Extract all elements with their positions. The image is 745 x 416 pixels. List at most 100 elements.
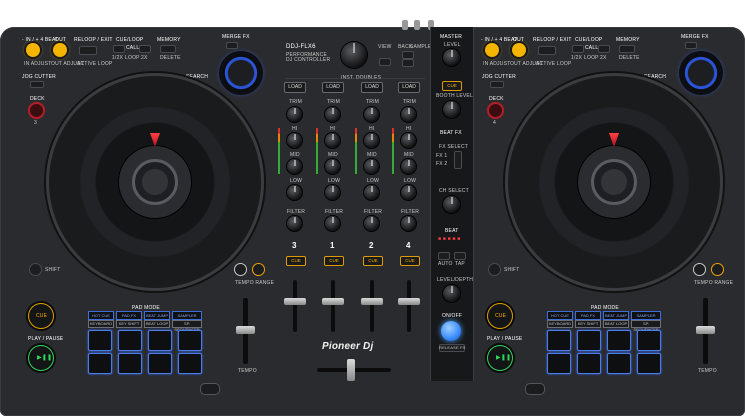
call-back-button-left[interactable] xyxy=(113,45,125,53)
cue-button-ch3[interactable]: CUE xyxy=(286,256,306,266)
beat-sync-button-right[interactable] xyxy=(712,264,723,275)
beat-sync-button-left[interactable] xyxy=(253,264,264,275)
low-knob-ch4[interactable] xyxy=(401,185,416,200)
mode-hotcue-left[interactable]: HOT CUE xyxy=(88,311,114,320)
hi-knob-ch1[interactable] xyxy=(325,133,340,148)
shift-button-right[interactable] xyxy=(489,264,500,275)
merge-fx-select-left[interactable] xyxy=(226,42,238,49)
low-knob-ch3[interactable] xyxy=(287,185,302,200)
pad-7-left[interactable] xyxy=(148,353,172,374)
deck3-button-left[interactable] xyxy=(30,104,43,117)
pad-7-right[interactable] xyxy=(607,353,631,374)
loop-out-button-right[interactable] xyxy=(512,43,526,57)
merge-fx-select-right[interactable] xyxy=(685,42,697,49)
cue-button-ch1[interactable]: CUE xyxy=(324,256,344,266)
pad-6-right[interactable] xyxy=(577,353,601,374)
mode-spseq-left[interactable]: SP. SEQUENCER xyxy=(172,320,202,332)
memory-button-right[interactable] xyxy=(619,45,635,53)
pad-5-left[interactable] xyxy=(88,353,112,374)
mode-hotcue-right[interactable]: HOT CUE xyxy=(547,311,573,320)
filter-knob-ch2[interactable] xyxy=(364,216,379,231)
trim-knob-ch4[interactable] xyxy=(401,107,416,122)
jog-wheel-left[interactable] xyxy=(46,73,264,291)
level-depth-knob[interactable] xyxy=(443,285,460,302)
filter-knob-ch3[interactable] xyxy=(287,216,302,231)
hi-knob-ch4[interactable] xyxy=(401,133,416,148)
pad-3-right[interactable] xyxy=(607,330,631,351)
load-button-ch3[interactable]: LOAD xyxy=(284,82,306,93)
mode-beatjump-left[interactable]: BEAT JUMP xyxy=(144,311,170,320)
pad-8-right[interactable] xyxy=(637,353,661,374)
view-button[interactable] xyxy=(379,58,391,66)
beat-left-button[interactable] xyxy=(438,252,450,260)
pad-1-left[interactable] xyxy=(88,330,112,351)
call-fwd-button-right[interactable] xyxy=(598,45,610,53)
crossfader[interactable] xyxy=(347,359,355,381)
mode-keyshift-right[interactable]: KEY SHIFT xyxy=(575,320,601,328)
hi-knob-ch2[interactable] xyxy=(364,133,379,148)
merge-fx-knob-right[interactable] xyxy=(681,53,721,93)
trim-knob-ch3[interactable] xyxy=(287,107,302,122)
load-button-ch4[interactable]: LOAD xyxy=(398,82,420,93)
pad-6-left[interactable] xyxy=(118,353,142,374)
beat-right-button[interactable] xyxy=(454,252,466,260)
loop-in-button-right[interactable] xyxy=(485,43,499,57)
ch-select-knob[interactable] xyxy=(443,196,460,213)
mid-knob-ch2[interactable] xyxy=(364,159,379,174)
pad-8-left[interactable] xyxy=(178,353,202,374)
low-knob-ch2[interactable] xyxy=(364,185,379,200)
filter-knob-ch4[interactable] xyxy=(401,216,416,231)
pad-3-left[interactable] xyxy=(148,330,172,351)
key-sync-button-right[interactable] xyxy=(694,264,705,275)
pad-1-right[interactable] xyxy=(547,330,571,351)
beat-fx-on-off-button[interactable] xyxy=(441,321,461,341)
deck4-button-right[interactable] xyxy=(489,104,502,117)
mode-sampler-left[interactable]: SAMPLER xyxy=(172,311,202,320)
key-sync-button-left[interactable] xyxy=(235,264,246,275)
mode-keyboard-right[interactable]: KEYBOARD xyxy=(547,320,573,328)
loop-in-button-left[interactable] xyxy=(26,43,40,57)
master-cue-button[interactable]: CUE xyxy=(442,81,462,91)
mid-knob-ch1[interactable] xyxy=(325,159,340,174)
pad-4-right[interactable] xyxy=(637,330,661,351)
channel-fader-ch1[interactable] xyxy=(322,298,344,305)
channel-fader-ch3[interactable] xyxy=(284,298,306,305)
pad-2-right[interactable] xyxy=(577,330,601,351)
pad-2-left[interactable] xyxy=(118,330,142,351)
browse-knob[interactable] xyxy=(341,42,367,68)
trim-knob-ch2[interactable] xyxy=(364,107,379,122)
fx-select-lever[interactable] xyxy=(454,151,462,169)
cue-button-ch2[interactable]: CUE xyxy=(363,256,383,266)
mid-knob-ch4[interactable] xyxy=(401,159,416,174)
mode-keyshift-left[interactable]: KEY SHIFT xyxy=(116,320,142,328)
merge-fx-knob-left[interactable] xyxy=(221,53,261,93)
mode-keyboard-left[interactable]: KEYBOARD xyxy=(88,320,114,328)
mode-beatloop-left[interactable]: BEAT LOOP xyxy=(144,320,170,328)
pad-4-left[interactable] xyxy=(178,330,202,351)
mode-padfx-right[interactable]: PAD FX xyxy=(575,311,601,320)
shift-button-left[interactable] xyxy=(30,264,41,275)
jog-cutter-button-left[interactable] xyxy=(30,81,44,88)
sampler-button[interactable] xyxy=(402,59,414,67)
mode-sampler-right[interactable]: SAMPLER xyxy=(631,311,661,320)
trim-knob-ch1[interactable] xyxy=(325,107,340,122)
filter-knob-ch1[interactable] xyxy=(325,216,340,231)
low-knob-ch1[interactable] xyxy=(325,185,340,200)
loop-out-button-left[interactable] xyxy=(53,43,67,57)
jog-wheel-right[interactable] xyxy=(505,73,723,291)
master-level-knob[interactable] xyxy=(443,49,460,66)
jog-cutter-button-right[interactable] xyxy=(490,81,504,88)
reloop-button-left[interactable] xyxy=(79,46,97,55)
booth-level-knob[interactable] xyxy=(443,101,460,118)
mode-beatjump-right[interactable]: BEAT JUMP xyxy=(603,311,629,320)
mid-knob-ch3[interactable] xyxy=(287,159,302,174)
pad-5-right[interactable] xyxy=(547,353,571,374)
call-back-button-right[interactable] xyxy=(572,45,584,53)
mode-padfx-left[interactable]: PAD FX xyxy=(116,311,142,320)
back-button[interactable] xyxy=(402,51,414,59)
channel-fader-ch4[interactable] xyxy=(398,298,420,305)
mode-spseq-right[interactable]: SP. SEQUENCER xyxy=(631,320,661,332)
reloop-button-right[interactable] xyxy=(538,46,556,55)
hi-knob-ch3[interactable] xyxy=(287,133,302,148)
tempo-fader-right[interactable] xyxy=(696,326,715,334)
